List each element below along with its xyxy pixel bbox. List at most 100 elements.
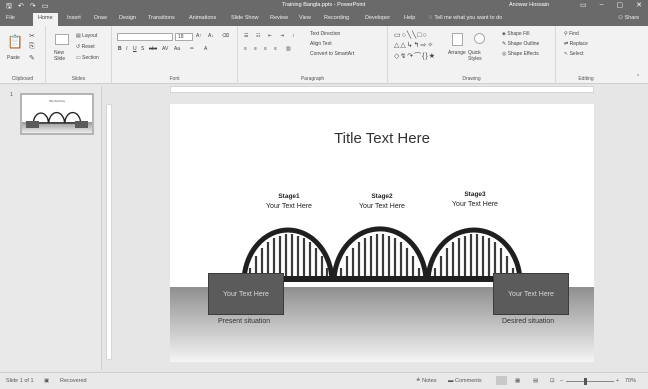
select-button[interactable]: ↖ Select <box>564 51 584 57</box>
grow-font-button[interactable]: A↑ <box>196 33 202 39</box>
new-slide-button[interactable]: New Slide <box>54 50 74 62</box>
zoom-level[interactable]: 70% <box>625 378 636 384</box>
vertical-ruler[interactable] <box>106 104 112 360</box>
tell-me-search[interactable]: ♢ Tell me what you want to do <box>428 15 502 21</box>
drawing-label: Drawing <box>462 76 481 82</box>
highlight-icon[interactable]: ✏ <box>190 46 194 52</box>
tab-help[interactable]: Help <box>404 15 415 21</box>
spellcheck-icon[interactable]: ▣ <box>44 378 49 384</box>
tab-file[interactable]: File <box>6 15 15 21</box>
desired-situation-caption[interactable]: Desired situation <box>502 318 554 325</box>
share-button[interactable]: ⚇ Share <box>618 15 639 21</box>
change-case-button[interactable]: Aa <box>174 46 180 52</box>
underline-button[interactable]: U <box>133 46 137 52</box>
line-spacing-icon[interactable]: ↕ <box>292 33 295 39</box>
increase-indent-icon[interactable]: ⇥ <box>280 33 284 39</box>
window-title: Training Bangla.pptx - PowerPoint <box>282 2 366 8</box>
slide-title[interactable]: Title Text Here <box>170 130 594 147</box>
bullets-icon[interactable]: ☰ <box>244 33 248 39</box>
italic-button[interactable]: I <box>126 46 127 52</box>
slideshow-view-icon[interactable]: ⊡ <box>550 378 555 384</box>
shrink-font-button[interactable]: A↓ <box>208 33 214 39</box>
comments-button[interactable]: ▬ Comments <box>448 378 482 384</box>
align-center-icon[interactable]: ≡ <box>254 46 257 52</box>
quick-styles-icon[interactable] <box>474 33 485 44</box>
tab-animations[interactable]: Animations <box>189 15 216 21</box>
group-slides: New Slide ▤ Layout ↺ Reset ▭ Section Sli… <box>46 26 112 84</box>
columns-icon[interactable]: ▥ <box>286 46 291 52</box>
quick-styles-button[interactable]: Quick Styles <box>468 50 490 62</box>
zoom-out-icon[interactable]: – <box>560 378 563 384</box>
decrease-indent-icon[interactable]: ⇤ <box>268 33 272 39</box>
maximize-icon[interactable]: ▢ <box>617 1 624 9</box>
minimize-icon[interactable]: – <box>600 1 604 9</box>
stage-3[interactable]: Stage3 Your Text Here <box>440 191 510 208</box>
find-button[interactable]: ⚲ Find <box>564 31 579 37</box>
zoom-slider-track[interactable] <box>566 381 614 382</box>
font-color-icon[interactable]: A <box>204 46 207 52</box>
shapes-gallery-row3[interactable]: ◇↯↷⌒{}★ <box>394 51 436 61</box>
bold-button[interactable]: B <box>118 46 122 52</box>
shape-effects-button[interactable]: ◎ Shape Effects <box>502 51 539 57</box>
normal-view-icon[interactable] <box>496 376 507 385</box>
reading-view-icon[interactable]: ▤ <box>533 378 538 384</box>
cut-icon[interactable]: ✂ <box>29 32 35 40</box>
arrange-icon[interactable] <box>452 33 463 46</box>
text-direction-button[interactable]: Text Direction <box>310 31 340 37</box>
collapse-ribbon-icon[interactable]: ⌃ <box>636 74 640 80</box>
shape-outline-button[interactable]: ✎ Shape Outline <box>502 41 539 47</box>
tab-insert[interactable]: Insert <box>67 15 81 21</box>
horizontal-ruler[interactable] <box>170 86 594 93</box>
slide-thumbnail[interactable]: Title Text Here <box>20 93 94 135</box>
shadow-button[interactable]: S <box>141 46 144 52</box>
clear-format-icon[interactable]: ⌫ <box>222 33 229 39</box>
align-text-button[interactable]: Align Text <box>310 41 332 47</box>
user-name[interactable]: Anowar Hossain <box>509 2 549 8</box>
zoom-in-icon[interactable]: + <box>616 378 619 384</box>
shapes-gallery[interactable]: ▭○╲╲□○ <box>394 31 428 39</box>
align-left-icon[interactable]: ≡ <box>244 46 247 52</box>
tab-view[interactable]: View <box>299 15 311 21</box>
format-painter-icon[interactable]: ✎ <box>29 54 35 62</box>
arrange-button[interactable]: Arrange <box>448 50 466 56</box>
shape-fill-button[interactable]: ◈ Shape Fill <box>502 31 529 37</box>
reset-button[interactable]: ↺ Reset <box>76 44 95 50</box>
tab-transitions[interactable]: Transitions <box>148 15 175 21</box>
tab-recording[interactable]: Recording <box>324 15 349 21</box>
paste-icon[interactable]: 📋 <box>7 34 23 50</box>
numbering-icon[interactable]: ☷ <box>256 33 260 39</box>
slide-canvas[interactable]: Title Text Here Stage1 Your Text Here St… <box>170 104 594 362</box>
spacing-button[interactable]: AV <box>162 46 168 52</box>
new-slide-icon[interactable] <box>55 34 69 45</box>
zoom-slider-knob[interactable] <box>584 378 587 385</box>
close-icon[interactable]: ✕ <box>636 1 642 9</box>
left-text-box[interactable]: Your Text Here <box>208 273 284 315</box>
strikethrough-button[interactable]: abc <box>149 46 157 52</box>
section-button[interactable]: ▭ Section <box>76 55 99 61</box>
stage-3-name: Stage3 <box>464 191 486 198</box>
present-situation-caption[interactable]: Present situation <box>218 318 270 325</box>
align-right-icon[interactable]: ≡ <box>264 46 267 52</box>
shapes-gallery-row2[interactable]: △△↳↰⇨✧ <box>394 41 434 49</box>
tab-design[interactable]: Design <box>119 15 136 21</box>
font-label: Font <box>169 76 180 82</box>
justify-icon[interactable]: ≡ <box>274 46 277 52</box>
notes-button[interactable]: ≜ Notes <box>416 378 437 384</box>
tab-developer[interactable]: Developer <box>365 15 390 21</box>
stage-2[interactable]: Stage2 Your Text Here <box>347 193 417 210</box>
copy-icon[interactable]: ⎘ <box>29 43 35 51</box>
tab-home[interactable]: Home <box>33 13 58 26</box>
right-text-box[interactable]: Your Text Here <box>493 273 569 315</box>
tab-draw[interactable]: Draw <box>94 15 107 21</box>
slide-sorter-icon[interactable]: ▦ <box>515 378 520 384</box>
replace-button[interactable]: ⇄ Replace <box>564 41 588 47</box>
smartart-button[interactable]: Convert to SmartArt <box>310 51 354 57</box>
layout-button[interactable]: ▤ Layout <box>76 33 97 39</box>
ribbon-display-icon[interactable]: ▭ <box>580 1 587 9</box>
tab-slide-show[interactable]: Slide Show <box>231 15 259 21</box>
paste-button[interactable]: Paste <box>7 55 20 61</box>
font-size-box[interactable]: 18 <box>175 33 193 41</box>
font-name-box[interactable] <box>117 33 173 41</box>
tab-review[interactable]: Review <box>270 15 288 21</box>
stage-1[interactable]: Stage1 Your Text Here <box>254 193 324 210</box>
